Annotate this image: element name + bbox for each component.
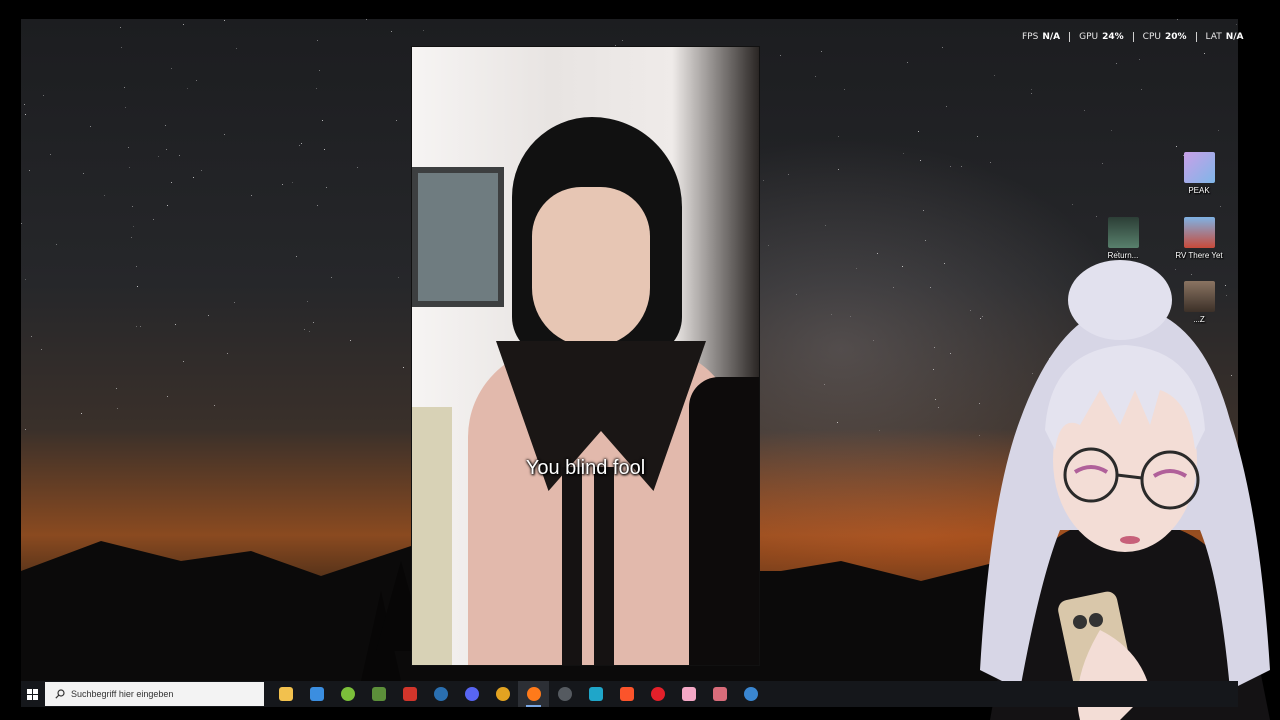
- tool-icon: [712, 687, 727, 701]
- taskbar-app-opera[interactable]: [642, 681, 673, 707]
- taskbar-app-android-app[interactable]: [332, 681, 363, 707]
- peak-game-icon: [1183, 152, 1215, 183]
- windows-logo-icon: [26, 688, 38, 700]
- person-face: [532, 187, 650, 347]
- folder-icon: [278, 687, 293, 701]
- grass-block-icon: [371, 687, 386, 701]
- perf-fps: FPS N/A: [1022, 32, 1069, 42]
- perf-label: FPS: [1022, 32, 1039, 42]
- dress-ribbon: [552, 467, 622, 665]
- taskbar-app-pink-app[interactable]: [673, 681, 704, 707]
- taskbar-app-magix-writer[interactable]: [394, 681, 425, 707]
- steam-icon: [433, 687, 448, 701]
- opera-icon: [650, 687, 665, 701]
- video-player[interactable]: You blind fool: [411, 46, 760, 666]
- perf-label: GPU: [1079, 32, 1099, 42]
- perf-label: CPU: [1142, 32, 1161, 42]
- taskbar-app-file-explorer[interactable]: [270, 681, 301, 707]
- rv-there-yet-game-icon: [1183, 217, 1215, 248]
- app-blue-icon: [588, 687, 603, 701]
- desktop-icon-peak[interactable]: PEAK: [1171, 152, 1227, 195]
- taskbar-app-minecraft[interactable]: [363, 681, 394, 707]
- taskbar-app-tool-app[interactable]: [704, 681, 735, 707]
- taskbar-app-steam-2[interactable]: [735, 681, 766, 707]
- android-icon: [340, 687, 355, 701]
- taskbar-app-brave[interactable]: [611, 681, 642, 707]
- taskbar-app-firefox[interactable]: [518, 681, 549, 707]
- perf-value: N/A: [1042, 32, 1061, 42]
- taskbar-app-obs[interactable]: [549, 681, 580, 707]
- search-icon: [55, 689, 65, 699]
- perf-value: N/A: [1225, 32, 1244, 42]
- perf-lat: LAT N/A: [1195, 32, 1253, 42]
- video-subtitle: You blind fool: [525, 457, 646, 479]
- obs-icon: [557, 687, 572, 701]
- left-figure-edge: [412, 407, 452, 665]
- return-game-icon: [1107, 217, 1139, 248]
- desktop-icon-label: PEAK: [1188, 186, 1210, 195]
- discord-icon: [464, 687, 479, 701]
- vtuber-avatar: [980, 260, 1270, 720]
- pink-heart-icon: [681, 687, 696, 701]
- taskbar-app-discord[interactable]: [456, 681, 487, 707]
- taskbar-app-chrome[interactable]: [487, 681, 518, 707]
- store-icon: [309, 687, 324, 701]
- perf-value: 20%: [1164, 32, 1187, 42]
- taskbar-app-app-blue[interactable]: [580, 681, 611, 707]
- perf-cpu: CPU 20%: [1132, 32, 1196, 42]
- perf-gpu: GPU 24%: [1069, 32, 1133, 42]
- taskbar-search[interactable]: [45, 682, 264, 706]
- taskbar: [21, 681, 1238, 707]
- performance-overlay: FPS N/A GPU 24% CPU 20% LAT N/A: [1022, 31, 1253, 43]
- search-input[interactable]: [71, 689, 251, 699]
- steam-icon: [743, 687, 758, 701]
- chrome-icon: [495, 687, 510, 701]
- start-button[interactable]: [21, 681, 43, 707]
- taskbar-app-steam[interactable]: [425, 681, 456, 707]
- brave-icon: [619, 687, 634, 701]
- firefox-icon: [526, 687, 541, 701]
- perf-label: LAT: [1205, 32, 1222, 42]
- pinned-apps: [270, 681, 766, 707]
- magix-icon: [402, 687, 417, 701]
- taskbar-app-ms-store[interactable]: [301, 681, 332, 707]
- perf-value: 24%: [1102, 32, 1124, 42]
- right-figure-edge: [689, 377, 759, 665]
- background-window: [412, 167, 504, 307]
